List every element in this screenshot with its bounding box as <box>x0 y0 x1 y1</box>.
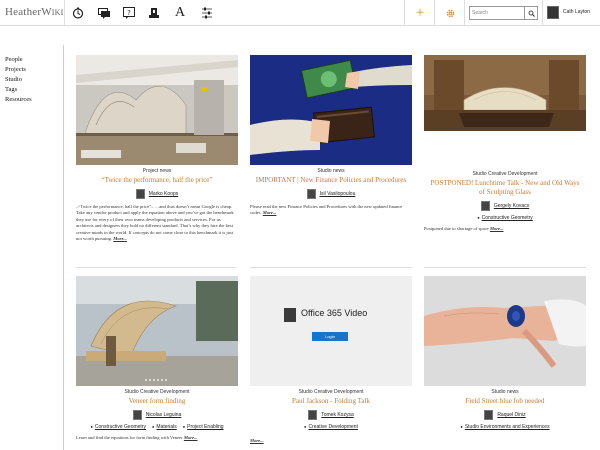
search-button[interactable] <box>525 6 538 20</box>
tag-link[interactable]: Studio Environments and Experiences <box>460 424 550 430</box>
card-author[interactable]: Tomek Kozysa <box>250 410 412 420</box>
card-image[interactable] <box>424 276 586 386</box>
tag-link[interactable]: Constructive Geometry <box>90 424 146 430</box>
card-divider <box>424 267 586 268</box>
video-title: Office 365 Video <box>301 308 368 318</box>
tag-link[interactable]: Creative Development <box>304 424 357 430</box>
author-name[interactable]: Nicolas Leguina <box>146 412 182 418</box>
card-tags: Constructive Geometry Materials Project … <box>76 424 238 430</box>
author-avatar <box>306 189 316 199</box>
card-title[interactable]: Field Street blue fob needed <box>424 397 586 406</box>
video-thumbnail[interactable]: Office 365 Video Login <box>250 276 412 386</box>
card-category: Studio Creative Development <box>298 389 364 395</box>
card-divider <box>76 267 236 268</box>
sliders-icon[interactable] <box>199 5 215 21</box>
tag-link[interactable]: Materials <box>152 424 176 430</box>
sidebar-item-projects[interactable]: Projects <box>5 65 60 75</box>
toolbar-divider <box>64 0 65 26</box>
card-title[interactable]: POSTPONED! Lunchtime Talk - New and Old … <box>424 179 586 197</box>
author-avatar <box>484 410 494 420</box>
more-link[interactable]: More... <box>263 210 277 215</box>
author-name[interactable]: Tomek Kozysa <box>321 412 354 418</box>
toolbar-divider <box>434 0 435 26</box>
card-category: Studio news <box>317 168 345 174</box>
plus-icon[interactable]: + <box>412 5 428 21</box>
card-excerpt: More... <box>250 438 412 444</box>
chat-icon[interactable] <box>96 5 112 21</box>
card-category: Studio Creative Development <box>124 389 190 395</box>
card-image[interactable] <box>424 55 586 165</box>
card-category: Studio news <box>491 389 519 395</box>
card-title[interactable]: IMPORTANT | New Finance Policies and Pro… <box>250 176 412 185</box>
user-avatar[interactable] <box>547 6 559 19</box>
sidebar-divider <box>63 45 64 450</box>
card-title[interactable]: “Twice the performance, half the price” <box>76 176 238 185</box>
top-bar: HeatherWiki ? A + Search Cath Layton <box>0 0 600 26</box>
sidebar-item-people[interactable]: People <box>5 55 60 65</box>
library-icon[interactable] <box>146 5 162 21</box>
card-tags: Constructive Geometry <box>424 215 586 221</box>
news-card: Studio news IMPORTANT | New Finance Poli… <box>250 55 412 217</box>
video-icon <box>284 308 296 322</box>
toolbar-divider <box>404 0 405 26</box>
toolbar-divider <box>464 0 465 26</box>
news-card: Project news “Twice the performance, hal… <box>76 55 238 242</box>
author-name[interactable]: Isil Vasilopoulou <box>320 191 356 197</box>
card-tags: Creative Development <box>250 424 412 430</box>
news-card: Studio news Field Street blue fob needed… <box>424 276 586 430</box>
author-avatar <box>135 189 145 199</box>
svg-text:?: ? <box>127 9 131 17</box>
tag-link[interactable]: Constructive Geometry <box>477 215 533 221</box>
card-excerpt: Please read the new Finance Policies and… <box>250 204 403 216</box>
author-name[interactable]: Marko Koops <box>149 191 178 197</box>
author-avatar <box>132 410 142 420</box>
more-link[interactable]: More... <box>250 438 264 443</box>
author-avatar <box>480 201 490 211</box>
sidebar-item-tags[interactable]: Tags <box>5 85 60 95</box>
more-link[interactable]: More... <box>184 435 198 440</box>
user-name[interactable]: Cath Layton <box>563 9 590 15</box>
card-excerpt: Learn and find the equations for form fi… <box>76 435 198 440</box>
more-link[interactable]: More... <box>490 226 504 231</box>
card-excerpt: Postponed due to shortage of space More.… <box>424 226 504 231</box>
card-image[interactable] <box>76 276 238 386</box>
toolbar-divider <box>542 0 543 26</box>
more-link[interactable]: More... <box>113 236 127 241</box>
font-icon[interactable]: A <box>172 5 188 21</box>
author-name[interactable]: Raquel Diniz <box>497 412 525 418</box>
search-input[interactable]: Search <box>469 6 525 20</box>
sidebar: People Projects Studio Tags Resources <box>5 55 60 105</box>
clock-icon[interactable] <box>70 5 86 21</box>
app-logo[interactable]: HeatherWiki <box>5 6 64 18</box>
card-category: Studio Creative Development <box>472 171 538 177</box>
card-image[interactable] <box>250 55 412 165</box>
author-avatar <box>308 410 318 420</box>
card-category: Project news <box>142 168 172 174</box>
login-button[interactable]: Login <box>312 332 348 341</box>
card-author[interactable]: Gergely Kovacs <box>424 201 586 211</box>
card-title[interactable]: Veneer form finding <box>76 397 238 406</box>
card-excerpt: –“Twice the performance, half the price”… <box>76 204 234 242</box>
gear-icon[interactable] <box>442 5 458 21</box>
card-author[interactable]: Raquel Diniz <box>424 410 586 420</box>
news-card: Studio Creative Development POSTPONED! L… <box>424 55 586 232</box>
sidebar-item-studio[interactable]: Studio <box>5 75 60 85</box>
help-icon[interactable]: ? <box>121 5 137 21</box>
card-tags: Studio Environments and Experiences <box>424 424 586 430</box>
card-author[interactable]: Isil Vasilopoulou <box>250 189 412 199</box>
tag-link[interactable]: Project Enabling <box>183 424 223 430</box>
card-divider <box>250 267 412 268</box>
author-name[interactable]: Gergely Kovacs <box>494 203 529 209</box>
card-image[interactable] <box>76 55 238 165</box>
sidebar-item-resources[interactable]: Resources <box>5 95 60 105</box>
card-author[interactable]: Nicolas Leguina <box>76 410 238 420</box>
news-card: Office 365 Video Login Studio Creative D… <box>250 276 412 444</box>
card-title[interactable]: Paul Jackson - Folding Talk <box>250 397 412 406</box>
news-card: Studio Creative Development Veneer form … <box>76 276 238 441</box>
magnifier-icon <box>528 10 535 17</box>
card-author[interactable]: Marko Koops <box>76 189 238 199</box>
